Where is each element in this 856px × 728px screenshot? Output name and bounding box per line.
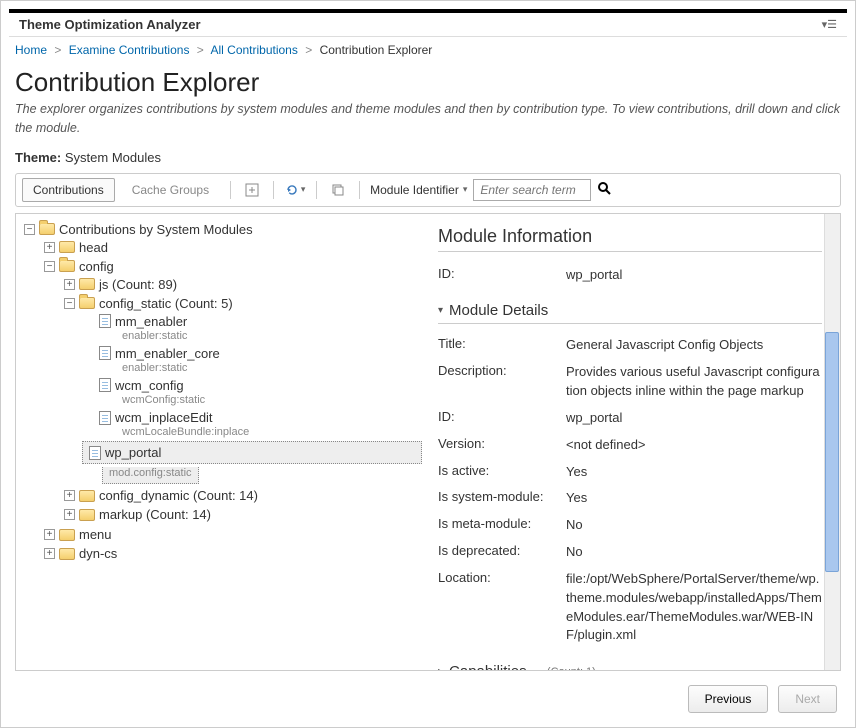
file-icon (99, 314, 111, 328)
folder-icon (59, 241, 75, 253)
expand-icon[interactable]: + (44, 548, 55, 559)
page-subtitle: The explorer organizes contributions by … (1, 100, 855, 146)
tab-contributions[interactable]: Contributions (22, 178, 115, 202)
crumb-current: Contribution Explorer (320, 43, 433, 57)
chevron-down-icon: ▾ (438, 305, 443, 316)
crumb-home[interactable]: Home (15, 43, 47, 57)
app-title: Theme Optimization Analyzer (19, 17, 201, 32)
new-item-icon[interactable] (241, 180, 263, 200)
next-button[interactable]: Next (778, 685, 837, 713)
crumb-examine[interactable]: Examine Contributions (69, 43, 190, 57)
tree-node-markup[interactable]: +markup (Count: 14) (62, 506, 422, 523)
expand-icon[interactable]: + (44, 242, 55, 253)
tree-leaf-selected[interactable]: wp_portal mod.config:static (82, 440, 422, 485)
expand-icon[interactable]: + (64, 490, 75, 501)
folder-icon (79, 297, 95, 309)
scrollbar-track[interactable] (824, 214, 840, 671)
crumb-all[interactable]: All Contributions (210, 43, 297, 57)
module-info-heading: Module Information (438, 226, 822, 252)
tab-cache-groups[interactable]: Cache Groups (121, 178, 220, 202)
leaf-sublabel: enabler:static (122, 330, 422, 343)
copy-icon[interactable] (327, 180, 349, 200)
tree-node-config-static[interactable]: −config_static (Count: 5) (62, 295, 422, 312)
tree-node-head[interactable]: +head (42, 239, 422, 256)
folder-icon (59, 260, 75, 272)
folder-icon (79, 490, 95, 502)
expand-icon[interactable]: + (64, 509, 75, 520)
collapse-icon[interactable]: − (24, 224, 35, 235)
previous-button[interactable]: Previous (688, 685, 769, 713)
file-icon (99, 411, 111, 425)
expand-icon[interactable]: + (64, 279, 75, 290)
page-title: Contribution Explorer (1, 63, 855, 100)
tree-node-config-dynamic[interactable]: +config_dynamic (Count: 14) (62, 487, 422, 504)
leaf-sublabel: mod.config:static (102, 467, 199, 484)
search-input[interactable] (473, 179, 591, 201)
tree-leaf[interactable]: wcm_inplaceEdit (82, 409, 422, 426)
folder-icon (59, 529, 75, 541)
detail-pane: Module Information ID:wp_portal ▾Module … (424, 214, 840, 671)
tree-root[interactable]: −Contributions by System Modules (22, 221, 422, 238)
refresh-icon[interactable]: ▾ (284, 180, 306, 200)
collapse-icon[interactable]: − (44, 261, 55, 272)
leaf-sublabel: wcmConfig:static (122, 394, 422, 407)
expand-icon[interactable]: + (44, 529, 55, 540)
tree-pane: −Contributions by System Modules +head −… (16, 214, 424, 671)
collapse-icon[interactable]: − (64, 298, 75, 309)
capabilities-section[interactable]: ▸Capabilities (Count: 1) (438, 659, 822, 670)
tree-leaf[interactable]: wcm_config (82, 377, 422, 394)
module-details-section[interactable]: ▾Module Details (438, 298, 822, 324)
folder-icon (59, 548, 75, 560)
search-icon[interactable] (597, 181, 611, 198)
window-actions-icon[interactable]: ▾☰ (822, 18, 837, 31)
tree-leaf[interactable]: mm_enabler (82, 313, 422, 330)
leaf-sublabel: enabler:static (122, 362, 422, 375)
theme-line: Theme: System Modules (1, 146, 855, 173)
chevron-right-icon: ▸ (438, 666, 443, 670)
folder-icon (79, 278, 95, 290)
scrollbar-thumb[interactable] (825, 332, 839, 572)
tree-node-config[interactable]: −config (42, 258, 422, 275)
file-icon (99, 378, 111, 392)
toolbar: Contributions Cache Groups ▾ Module Iden… (15, 173, 841, 207)
breadcrumb: Home > Examine Contributions > All Contr… (1, 37, 855, 63)
file-icon (99, 346, 111, 360)
leaf-sublabel: wcmLocaleBundle:inplace (122, 426, 422, 439)
file-icon (89, 446, 101, 460)
folder-icon (39, 223, 55, 235)
tree-leaf[interactable]: mm_enabler_core (82, 345, 422, 362)
tree-node-menu[interactable]: +menu (42, 526, 422, 543)
module-identifier-dropdown[interactable]: Module Identifier▾ (370, 183, 467, 197)
folder-icon (79, 509, 95, 521)
tree-node-js[interactable]: +js (Count: 89) (62, 276, 422, 293)
tree-node-dyn-cs[interactable]: +dyn-cs (42, 545, 422, 562)
